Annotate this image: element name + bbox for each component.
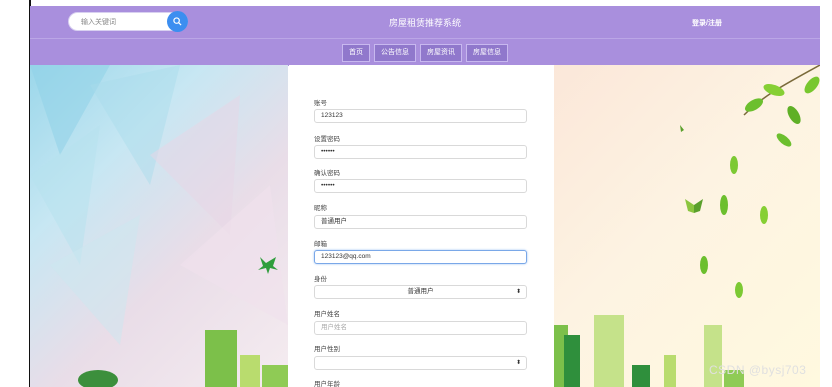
identity-select[interactable]: 普通用户 ⬍	[314, 285, 527, 299]
register-form: 账号 123123 设置密码 •••••• 确认密码 •••••• 昵称 普通用…	[289, 65, 554, 387]
background-left-decoration	[30, 65, 288, 387]
main-nav: 首页 公告信息 房屋资讯 房屋信息	[30, 38, 820, 66]
select-arrow-icon: ⬍	[515, 360, 521, 366]
password-label: 设置密码	[314, 136, 340, 143]
select-arrow-icon: ⬍	[515, 289, 521, 295]
email-input[interactable]: 123123@qq.com	[314, 250, 527, 264]
email-label: 邮箱	[314, 241, 327, 248]
password-input[interactable]: ••••••	[314, 145, 527, 159]
confirm-password-input[interactable]: ••••••	[314, 179, 527, 193]
nav-item-house-news[interactable]: 房屋资讯	[420, 44, 462, 62]
nav-item-announcements[interactable]: 公告信息	[374, 44, 416, 62]
nickname-input[interactable]: 普通用户	[314, 215, 527, 229]
user-gender-label: 用户性别	[314, 346, 340, 353]
identity-label: 身份	[314, 276, 327, 283]
nickname-label: 昵称	[314, 205, 327, 212]
account-label: 账号	[314, 100, 327, 107]
user-name-input[interactable]: 用户姓名	[314, 321, 527, 335]
account-input[interactable]: 123123	[314, 109, 527, 123]
nav-item-home[interactable]: 首页	[342, 44, 370, 62]
page-frame: 输入关键词 房屋租赁推荐系统 登录/注册 首页 公告信息 房屋资讯 房屋信息 账…	[30, 6, 820, 387]
identity-select-value: 普通用户	[407, 288, 434, 295]
user-gender-select[interactable]: ⬍	[314, 356, 527, 370]
user-age-label: 用户年龄	[314, 381, 340, 387]
background-right-decoration	[554, 65, 820, 387]
login-register-link[interactable]: 登录/注册	[692, 18, 722, 28]
user-name-label: 用户姓名	[314, 311, 340, 318]
confirm-password-label: 确认密码	[314, 170, 340, 177]
nav-item-house-info[interactable]: 房屋信息	[466, 44, 508, 62]
site-header: 输入关键词 房屋租赁推荐系统 登录/注册	[30, 6, 820, 38]
csdn-watermark: CSDN @bysj703	[709, 363, 807, 377]
